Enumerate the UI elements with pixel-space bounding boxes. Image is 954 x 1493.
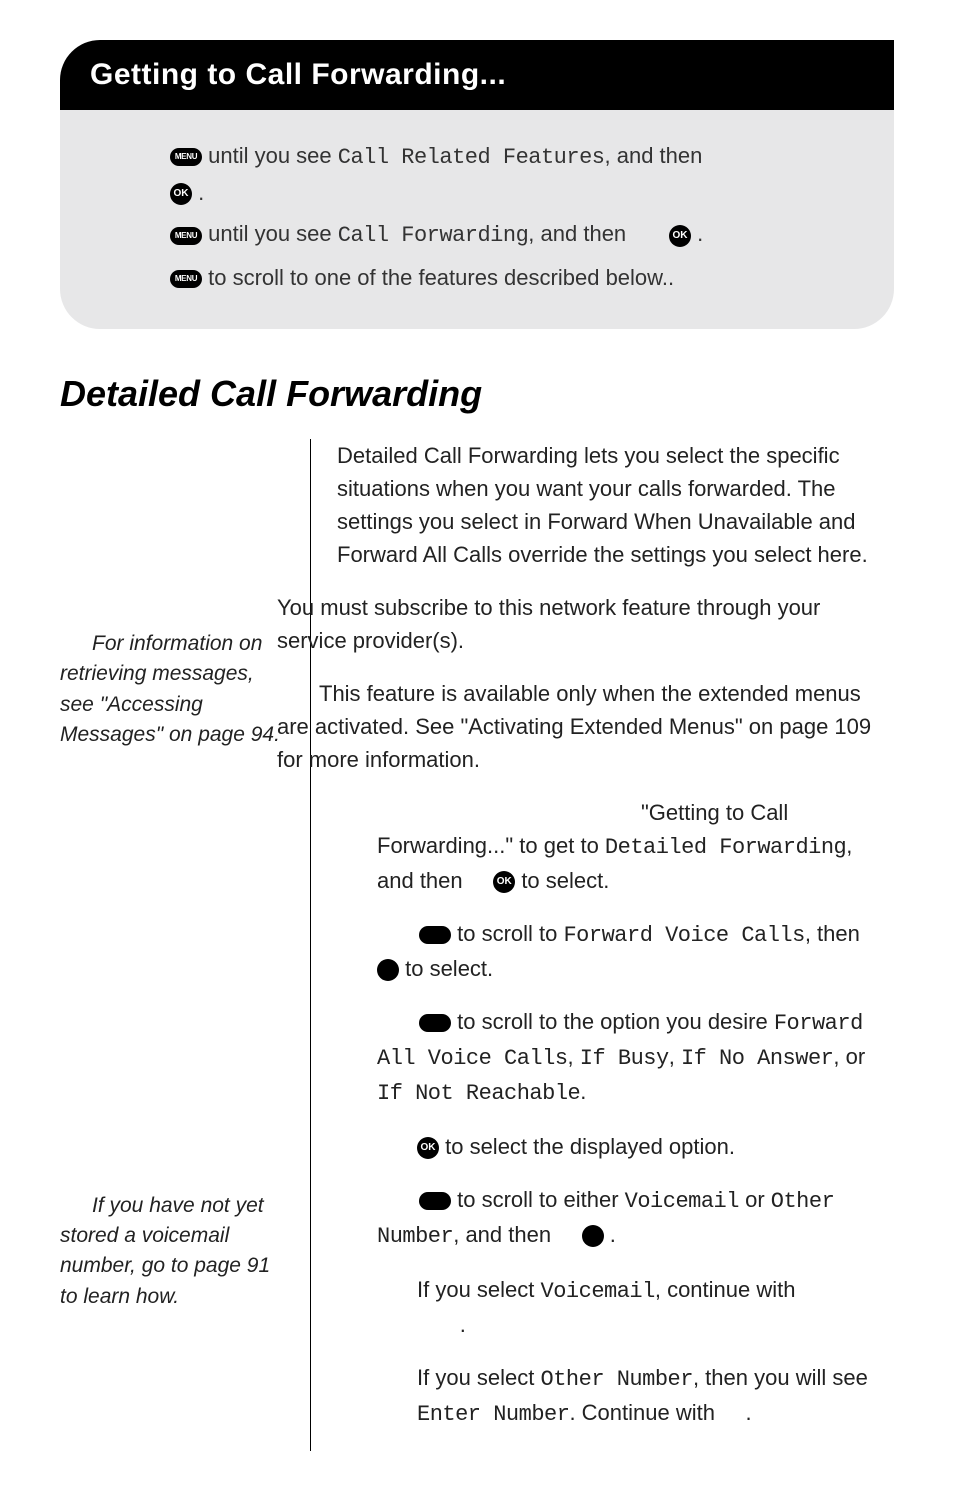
text: , continue with (655, 1277, 796, 1302)
text: . (604, 1222, 616, 1247)
step: OK to select the displayed option. (337, 1130, 894, 1163)
lcd-text: Voicemail (625, 1189, 739, 1214)
text: . (460, 1312, 466, 1337)
nav-instructions-box: MENU until you see Call Related Features… (60, 110, 894, 329)
content-columns: For information on retrieving messages, … (60, 439, 894, 1451)
text: until you see (202, 143, 338, 168)
text: to scroll to either (451, 1187, 625, 1212)
main-content: Detailed Call Forwarding lets you select… (311, 439, 894, 1451)
sidebar: For information on retrieving messages, … (60, 439, 310, 1333)
text: . Continue with (569, 1400, 721, 1425)
text: to select. (399, 956, 493, 981)
step: MENU to scroll to either Voicemail or Ot… (337, 1183, 894, 1253)
ok-icon: OK (170, 183, 192, 205)
lcd-text: Call Forwarding (338, 223, 529, 248)
text: If you select (417, 1277, 541, 1302)
text: , then you will see (693, 1365, 868, 1390)
text: . (746, 1400, 752, 1425)
sidebar-note: For information on retrieving messages, … (60, 629, 290, 751)
text: to scroll to one of the features describ… (202, 265, 674, 290)
paragraph: Detailed Call Forwarding lets you select… (337, 439, 894, 571)
step: xxxxxxxxxxxxxxxxxxxxxxxx"Getting to Call… (337, 796, 894, 897)
text: , or (833, 1044, 865, 1069)
text: or (739, 1187, 771, 1212)
lcd-text: Other Number (541, 1367, 693, 1392)
text: , then (805, 921, 866, 946)
lcd-text: Detailed Forwarding (605, 835, 846, 860)
text: . (691, 221, 703, 246)
lcd-text: Enter Number (417, 1402, 569, 1427)
step: MENU to scroll to Forward Voice Calls, t… (337, 917, 894, 985)
ok-icon: OK (377, 959, 399, 981)
text: , and then (528, 221, 632, 246)
text: to scroll to the option you desire (451, 1009, 774, 1034)
header-title: Getting to Call Forwarding... (90, 58, 864, 92)
text: , and then (605, 143, 703, 168)
text: If you select (417, 1365, 541, 1390)
text: , (669, 1044, 681, 1069)
nav-instruction-line: MENU until you see Call Forwarding, and … (170, 216, 864, 253)
lcd-text: Call Related Features (338, 145, 605, 170)
menu-icon: MENU (419, 1014, 451, 1032)
lcd-text: If Busy (580, 1046, 669, 1071)
text: . (192, 180, 204, 205)
ok-icon: OK (669, 225, 691, 247)
lcd-text: Voicemail (541, 1279, 655, 1304)
menu-icon: MENU (170, 227, 202, 245)
sub-step: If you select Other Number, then you wil… (337, 1361, 894, 1431)
text: , (568, 1044, 580, 1069)
nav-instruction-line: MENU to scroll to one of the features de… (170, 260, 864, 295)
text: to scroll to (451, 921, 563, 946)
paragraph: This feature is available only when the … (277, 677, 894, 776)
lcd-text: If Not Reachable (377, 1081, 580, 1106)
menu-icon: MENU (170, 148, 202, 166)
lcd-text: Forward Voice Calls (563, 923, 804, 948)
header-bar: Getting to Call Forwarding... (60, 40, 894, 110)
section-title: Detailed Call Forwarding (60, 373, 894, 415)
sub-step: If you select Voicemail, continue with . (337, 1273, 894, 1341)
ok-icon: OK (493, 871, 515, 893)
sidebar-note: If you have not yet stored a voicemail n… (60, 1191, 290, 1313)
step: MENU to scroll to the option you desire … (337, 1005, 894, 1110)
menu-icon: MENU (419, 1192, 451, 1210)
menu-icon: MENU (170, 270, 202, 288)
text: to select. (515, 868, 609, 893)
menu-icon: MENU (419, 926, 451, 944)
text: to select the displayed option. (439, 1134, 735, 1159)
ok-icon: OK (417, 1137, 439, 1159)
lcd-text: If No Answer (681, 1046, 833, 1071)
ok-icon: OK (582, 1225, 604, 1247)
text: until you see (202, 221, 338, 246)
nav-instruction-line: MENU until you see Call Related Features… (170, 138, 864, 210)
paragraph: You must subscribe to this network featu… (277, 591, 894, 657)
text: , and then (453, 1222, 557, 1247)
text: . (580, 1079, 586, 1104)
